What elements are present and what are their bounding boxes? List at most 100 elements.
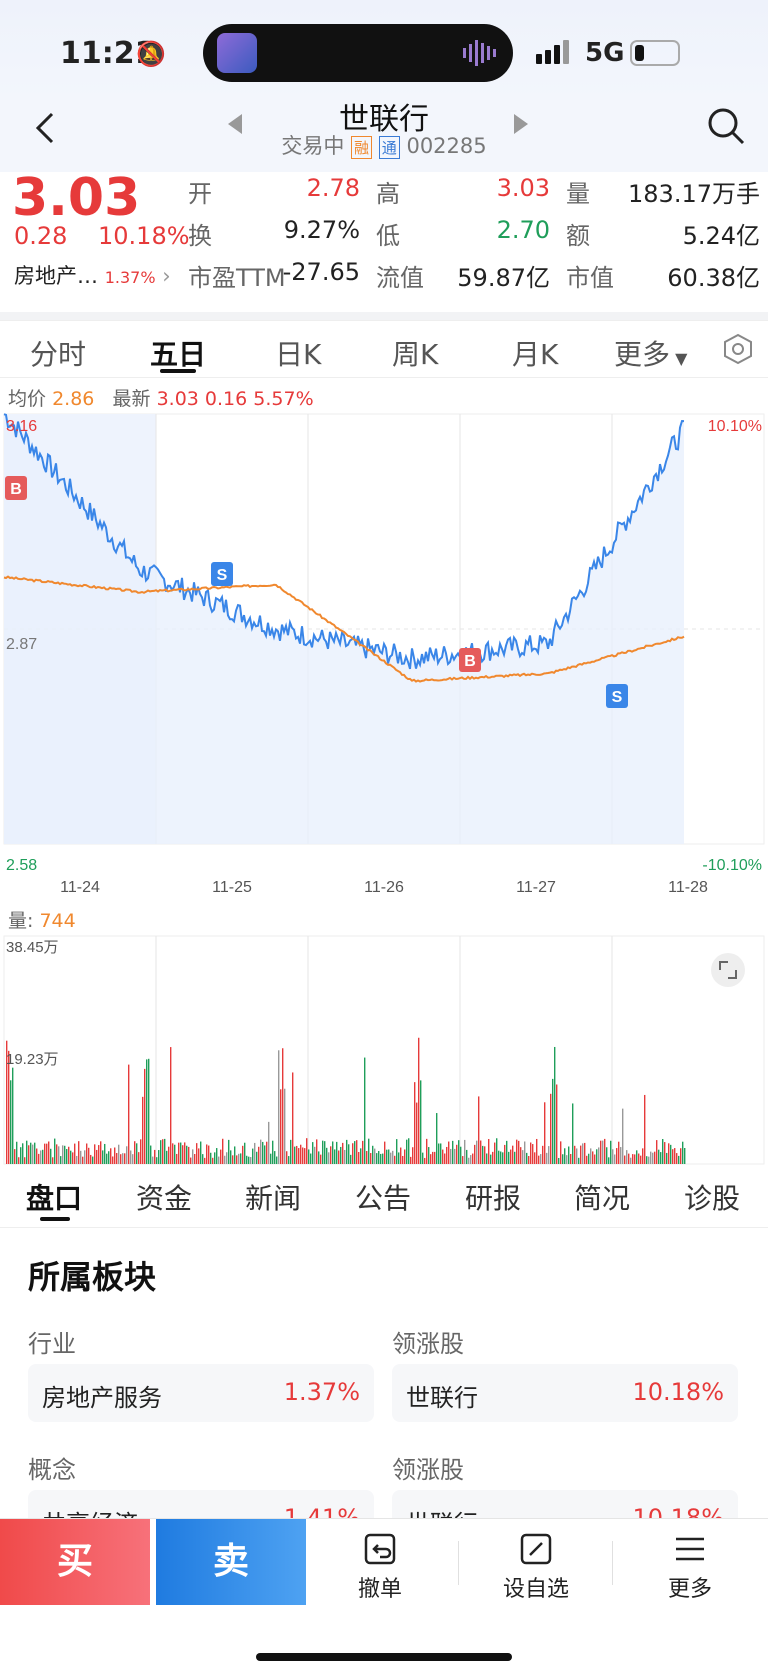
volume-bar (26, 1140, 28, 1164)
tab-announcements[interactable]: 公告 (355, 1177, 411, 1217)
volume-bar (210, 1152, 212, 1164)
volume-bar (492, 1151, 494, 1164)
latest-value: 3.03 (156, 388, 199, 410)
volume-bar (74, 1143, 76, 1164)
settings-hex-icon[interactable] (722, 333, 754, 369)
volume-bar (278, 1050, 280, 1164)
sector-link[interactable]: 房地产… 1.37% › (14, 260, 171, 290)
tab-five-day[interactable]: 五日 (150, 333, 206, 373)
sell-button[interactable]: 卖 (156, 1519, 306, 1605)
tab-capital[interactable]: 资金 (136, 1177, 192, 1217)
volume-bar (100, 1141, 102, 1164)
turnover-value: 9.27% (283, 216, 360, 244)
volume-bar (134, 1141, 136, 1164)
volume-bar (242, 1145, 244, 1164)
volume-bar (470, 1155, 472, 1164)
volume-bar (62, 1145, 64, 1164)
volume-bar (372, 1145, 374, 1164)
volume-bar (310, 1153, 312, 1164)
volume-bar (614, 1154, 616, 1164)
volume-bar (398, 1152, 400, 1164)
volume-bar (124, 1153, 126, 1164)
volume-bar (344, 1149, 346, 1164)
volume-bar (404, 1149, 406, 1164)
volume-bar (458, 1140, 460, 1164)
volume-bar (526, 1152, 528, 1164)
search-icon[interactable] (706, 106, 746, 150)
axis-top-price: 3.16 (6, 418, 37, 435)
tab-daily-k[interactable]: 日K (275, 333, 321, 373)
volume-bar (236, 1155, 238, 1164)
volume-bar (24, 1157, 26, 1164)
more-button[interactable]: 更多 (640, 1531, 740, 1603)
volume-bar (622, 1108, 624, 1164)
tab-news[interactable]: 新闻 (245, 1177, 301, 1217)
volume-bar (168, 1146, 170, 1164)
tab-more[interactable]: 更多 ▼ (614, 333, 687, 373)
volume-bar (206, 1144, 208, 1164)
volume-bar (636, 1150, 638, 1164)
volume-bar (462, 1156, 464, 1164)
latest-change: 0.16 (204, 388, 248, 410)
volume-bar (184, 1142, 186, 1164)
volume-bar (328, 1152, 330, 1164)
tab-intraday[interactable]: 分时 (30, 333, 86, 373)
tab-research[interactable]: 研报 (465, 1177, 521, 1217)
volume-bar (248, 1156, 250, 1164)
volume-bar (676, 1153, 678, 1164)
volume-bar (376, 1153, 378, 1164)
tab-monthly-k[interactable]: 月K (512, 333, 558, 373)
volume-bar (630, 1157, 632, 1164)
tab-profile[interactable]: 简况 (574, 1177, 630, 1217)
volume-bar (422, 1152, 424, 1164)
industry-name: 房地产服务 (42, 1384, 162, 1412)
volume-bar (222, 1138, 224, 1164)
volume-bar (260, 1139, 262, 1164)
volume-bar (316, 1139, 318, 1164)
volume-info: 量: 744 (8, 906, 76, 933)
x-tick-label: 11-25 (212, 879, 252, 896)
volume-bar (450, 1148, 452, 1164)
volume-bar (122, 1153, 124, 1164)
volume-bar (368, 1138, 370, 1164)
divider (612, 1541, 613, 1585)
volume-bar (370, 1153, 372, 1164)
volume-bar (272, 1140, 274, 1164)
sector-name: 房地产… (14, 264, 98, 288)
volume-bar (608, 1157, 610, 1164)
volume-bar (662, 1138, 664, 1164)
volume-bar (516, 1139, 518, 1164)
tab-weekly-k[interactable]: 周K (392, 333, 438, 373)
volume-bar (486, 1153, 488, 1164)
volume-bar (182, 1145, 184, 1164)
cancel-order-button[interactable]: 撤单 (330, 1531, 430, 1603)
volume-bar (588, 1153, 590, 1164)
volume-bar (274, 1151, 276, 1164)
volume-bar (340, 1146, 342, 1164)
industry-card[interactable]: 房地产服务 1.37% (28, 1364, 374, 1422)
volume-bar (130, 1150, 132, 1164)
tab-diagnosis[interactable]: 诊股 (684, 1177, 740, 1217)
volume-bar (244, 1142, 246, 1164)
leader-card[interactable]: 世联行 10.18% (392, 1364, 738, 1422)
volume-bar (512, 1145, 514, 1164)
volume-bar (264, 1145, 266, 1164)
add-watchlist-button[interactable]: 设自选 (486, 1531, 586, 1603)
expand-icon[interactable] (711, 953, 745, 987)
tab-order-book[interactable]: 盘口 (26, 1177, 82, 1217)
volume-bar (128, 1064, 130, 1164)
next-stock-icon[interactable] (512, 114, 528, 138)
volume-bar (186, 1145, 188, 1164)
buy-button[interactable]: 买 (0, 1519, 150, 1605)
volume-label: 量 (566, 180, 590, 208)
volume-bar (166, 1150, 168, 1164)
latest-label: 最新 (112, 388, 151, 410)
volume-bar (238, 1153, 240, 1164)
volume-bar (290, 1139, 292, 1164)
volume-bar (92, 1156, 94, 1164)
volume-bar (354, 1141, 356, 1164)
volume-bar (28, 1145, 30, 1164)
five-day-price-chart[interactable]: B S B S 3.16 2.87 2.58 10.10% -10.10% 11-24… (0, 408, 768, 898)
volume-bar (478, 1096, 480, 1164)
volume-bar (396, 1139, 398, 1164)
